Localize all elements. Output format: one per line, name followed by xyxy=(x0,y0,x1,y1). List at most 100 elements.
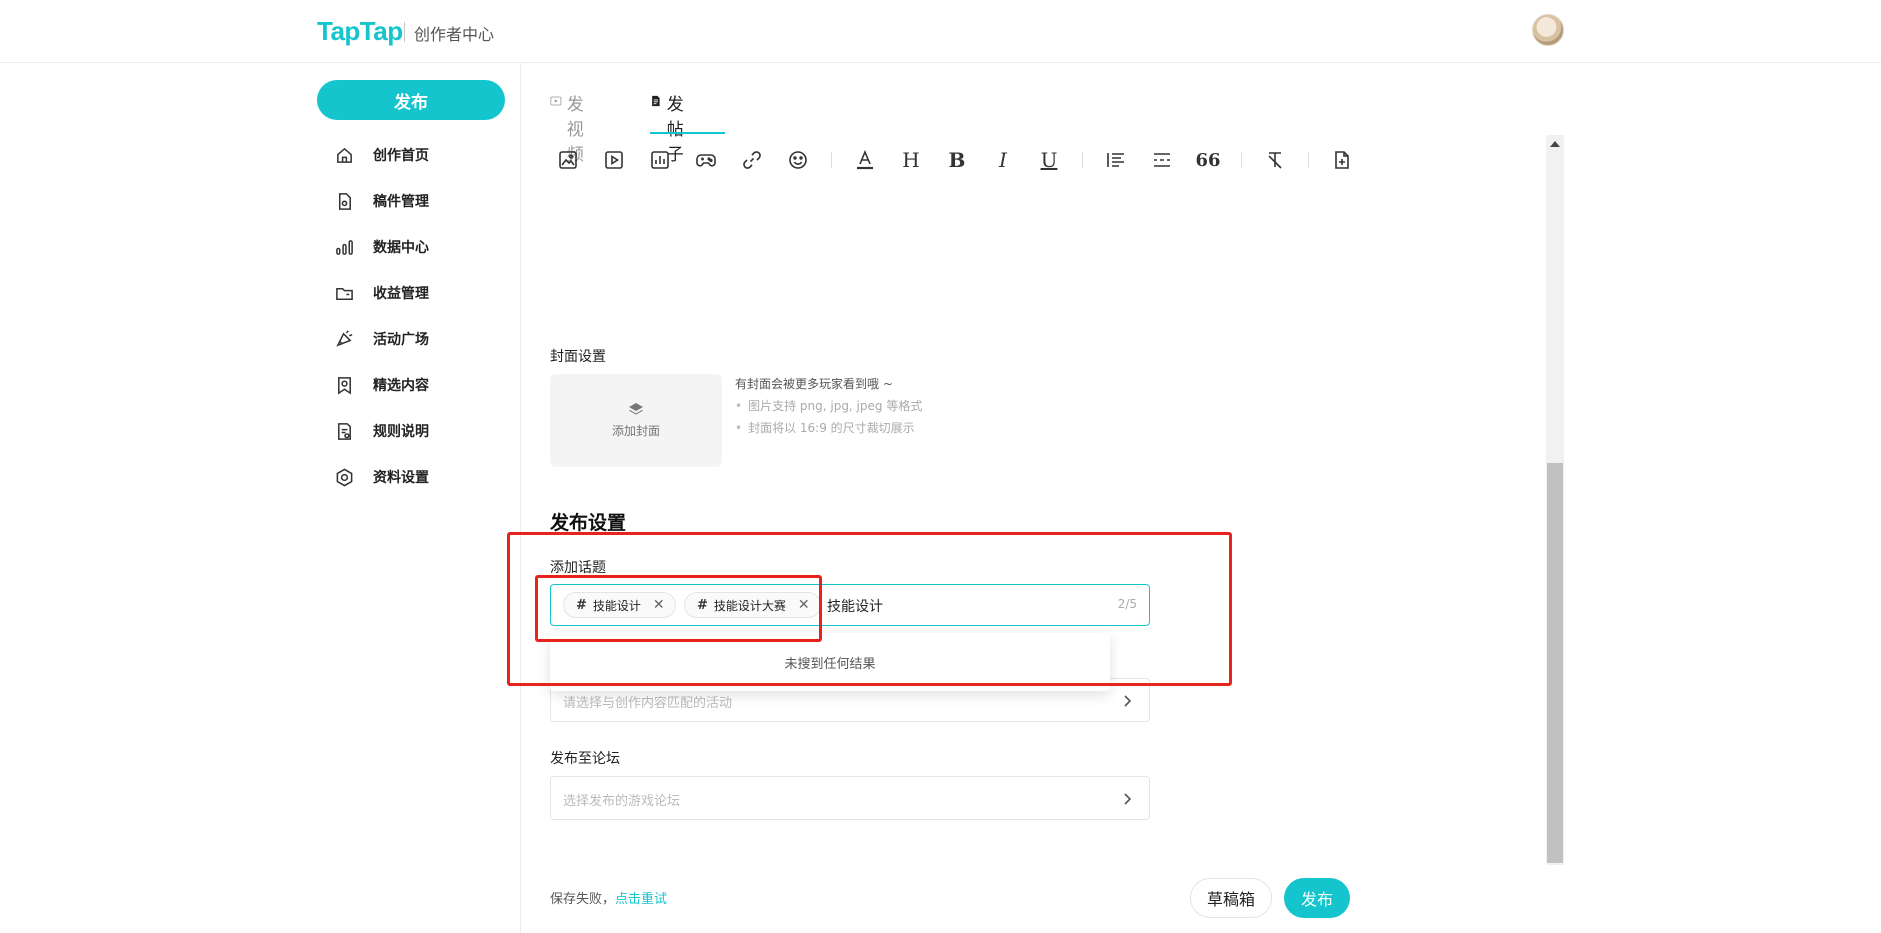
text-color-icon xyxy=(857,150,873,170)
topic-search-text[interactable]: 技能设计 xyxy=(827,596,883,616)
chevron-right-icon xyxy=(1119,791,1135,807)
forum-select[interactable]: 选择发布的游戏论坛 xyxy=(550,776,1150,820)
settings-icon xyxy=(334,467,354,487)
insert-video-button[interactable] xyxy=(601,147,627,173)
insert-image-button[interactable] xyxy=(555,147,581,173)
home-icon xyxy=(334,145,354,165)
sidebar-item-label: 数据中心 xyxy=(373,240,429,256)
sidebar-item-earnings[interactable]: 收益管理 xyxy=(334,279,504,307)
megaphone-icon xyxy=(334,329,354,349)
sidebar-item-profile-settings[interactable]: 资料设置 xyxy=(334,463,504,491)
topic-tag-label: 技能设计大赛 xyxy=(713,598,786,613)
add-cover-button[interactable]: 添加封面 xyxy=(550,374,722,467)
rules-icon xyxy=(334,421,354,441)
heading-icon: H xyxy=(902,148,920,172)
topic-tag[interactable]: # 技能设计大赛 ✕ xyxy=(684,592,821,618)
sidebar-item-featured[interactable]: 精选内容 xyxy=(334,371,504,399)
sidebar-item-label: 精选内容 xyxy=(373,378,429,394)
insert-game-button[interactable] xyxy=(693,147,719,173)
image-icon xyxy=(559,151,577,169)
clear-format-icon xyxy=(1268,152,1282,169)
topic-search-dropdown: 未搜到任何结果 xyxy=(550,633,1110,691)
quote-button[interactable]: 66 xyxy=(1195,147,1221,173)
sidebar-item-label: 稿件管理 xyxy=(373,194,429,210)
hash-icon: # xyxy=(576,597,587,613)
divider-button[interactable] xyxy=(1149,147,1175,173)
editor-scrollbar[interactable] xyxy=(1546,135,1564,865)
list-icon xyxy=(1107,153,1124,167)
chevron-right-icon xyxy=(1119,693,1135,709)
link-icon xyxy=(743,151,761,169)
italic-icon: I xyxy=(999,148,1007,172)
quote-icon: 66 xyxy=(1195,149,1221,171)
bar-chart-icon xyxy=(334,237,354,257)
top-header: TapTap 创作者中心 xyxy=(0,0,1881,63)
cover-settings-label: 封面设置 xyxy=(550,349,606,365)
sidebar: 发布 创作首页 稿件管理 数据中心 收益管理 活动广场 精选内容 规则说明 资料… xyxy=(0,63,521,933)
cover-ratio-hint: 封面将以 16:9 的尺寸裁切展示 xyxy=(735,419,915,436)
bullet-list-button[interactable] xyxy=(1103,147,1129,173)
toolbar-divider xyxy=(1308,152,1309,168)
document-icon xyxy=(334,191,354,211)
tab-post[interactable]: 发帖子 xyxy=(650,90,725,165)
user-avatar[interactable] xyxy=(1532,14,1564,46)
bold-button[interactable]: B xyxy=(944,147,970,173)
chart-icon xyxy=(651,151,669,169)
remove-tag-close-icon[interactable]: ✕ xyxy=(653,597,665,613)
remove-tag-close-icon[interactable]: ✕ xyxy=(798,597,810,613)
editor-toolbar: H B I U 66 xyxy=(555,147,1375,173)
toolbar-divider xyxy=(1082,152,1083,168)
forum-placeholder: 选择发布的游戏论坛 xyxy=(563,794,681,809)
tab-video[interactable]: 发视频 xyxy=(550,90,594,165)
play-icon xyxy=(605,151,623,169)
cover-format-hint: 图片支持 png, jpg, jpeg 等格式 xyxy=(735,397,922,414)
sidebar-item-manuscripts[interactable]: 稿件管理 xyxy=(334,187,504,215)
bold-icon: B xyxy=(948,148,966,172)
sidebar-item-home[interactable]: 创作首页 xyxy=(334,141,504,169)
sidebar-item-activities[interactable]: 活动广场 xyxy=(334,325,504,353)
hash-icon: # xyxy=(697,597,708,613)
emoji-icon xyxy=(789,151,807,169)
creator-center-title: 创作者中心 xyxy=(414,25,495,44)
layers-icon xyxy=(629,403,643,415)
insert-emoji-button[interactable] xyxy=(785,147,811,173)
sidebar-item-label: 规则说明 xyxy=(373,424,429,440)
toolbar-divider xyxy=(1241,152,1242,168)
sidebar-item-label: 活动广场 xyxy=(373,332,429,348)
scroll-thumb[interactable] xyxy=(1547,463,1563,863)
add-topic-label: 添加话题 xyxy=(550,560,606,576)
publish-button[interactable]: 发布 xyxy=(1284,878,1350,918)
retry-link[interactable]: 点击重试 xyxy=(615,892,667,907)
sidebar-item-label: 创作首页 xyxy=(373,148,429,164)
sidebar-item-rules[interactable]: 规则说明 xyxy=(334,417,504,445)
taptap-logo[interactable]: TapTap xyxy=(317,16,403,47)
drafts-button[interactable]: 草稿箱 xyxy=(1190,878,1272,918)
publish-forum-label: 发布至论坛 xyxy=(550,751,620,767)
add-cover-label: 添加封面 xyxy=(611,424,660,438)
no-results-text: 未搜到任何结果 xyxy=(784,656,876,672)
sidebar-item-data-center[interactable]: 数据中心 xyxy=(334,233,504,261)
add-document-icon xyxy=(1335,151,1349,169)
underline-button[interactable]: U xyxy=(1036,147,1062,173)
cover-tip: 有封面会被更多玩家看到哦 ~ xyxy=(735,377,893,391)
sidebar-publish-button[interactable]: 发布 xyxy=(317,80,505,120)
underline-icon: U xyxy=(1040,148,1058,172)
text-color-button[interactable] xyxy=(852,147,878,173)
activity-placeholder: 请选择与创作内容匹配的活动 xyxy=(563,696,733,711)
folder-icon xyxy=(334,283,354,303)
clear-format-button[interactable] xyxy=(1262,147,1288,173)
topic-count: 2/5 xyxy=(1117,597,1137,611)
insert-template-button[interactable] xyxy=(1329,147,1355,173)
insert-chart-button[interactable] xyxy=(647,147,673,173)
heading-button[interactable]: H xyxy=(898,147,924,173)
italic-button[interactable]: I xyxy=(990,147,1016,173)
logo-divider xyxy=(404,22,405,42)
sidebar-item-label: 收益管理 xyxy=(373,286,429,302)
topic-input[interactable]: # 技能设计 ✕ # 技能设计大赛 ✕ 技能设计 2/5 xyxy=(550,584,1150,626)
insert-link-button[interactable] xyxy=(739,147,765,173)
save-failed-text: 保存失败， xyxy=(550,892,616,907)
save-status: 保存失败，点击重试 xyxy=(550,888,667,907)
topic-tag[interactable]: # 技能设计 ✕ xyxy=(563,592,676,618)
video-icon xyxy=(550,96,562,106)
scroll-up-arrow-icon[interactable] xyxy=(1550,141,1560,147)
